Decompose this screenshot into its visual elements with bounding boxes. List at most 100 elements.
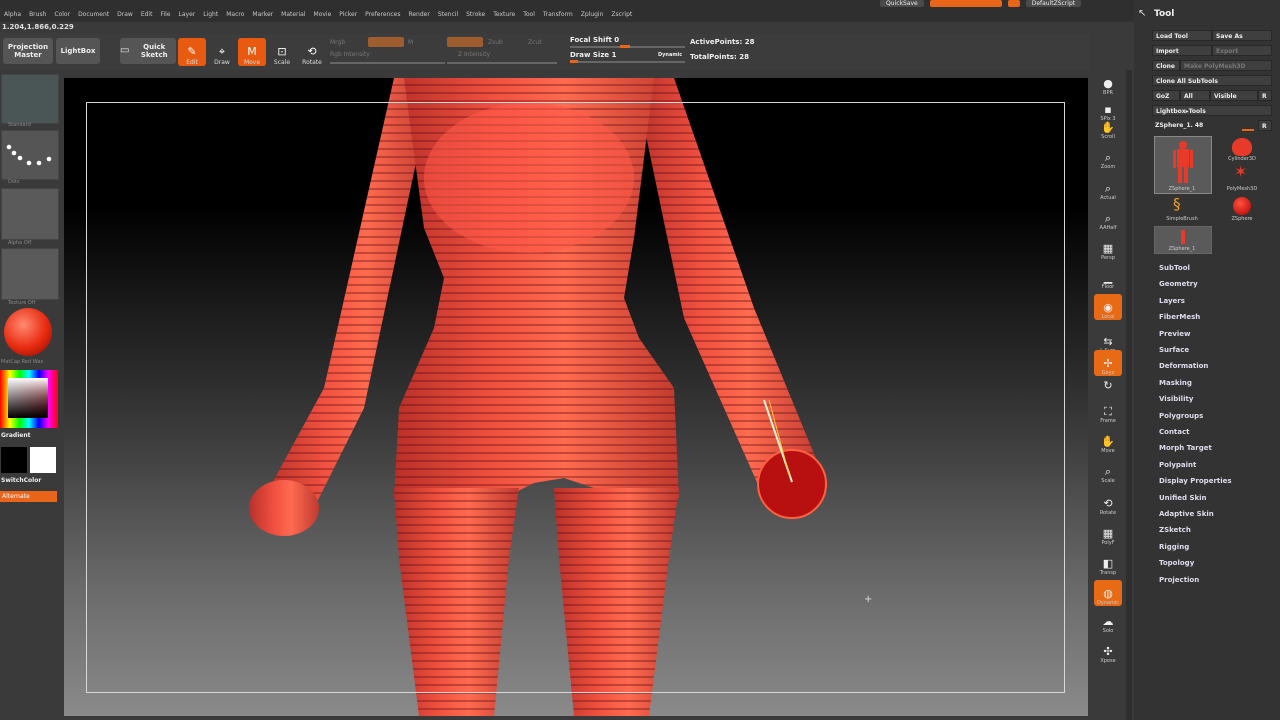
subpalette-projection[interactable]: Projection	[1159, 576, 1199, 584]
subpalette-unified-skin[interactable]: Unified Skin	[1159, 494, 1207, 502]
z-intensity-slider[interactable]: Z Intensity	[458, 51, 490, 58]
focal-shift-knob[interactable]	[620, 45, 630, 48]
rgb-intensity-track[interactable]	[330, 62, 445, 64]
goz-button[interactable]: GoZ	[1152, 90, 1180, 101]
menu-stroke[interactable]: Stroke	[462, 8, 489, 22]
stroke-selector[interactable]	[1, 130, 59, 180]
edit-button[interactable]: ✎ Edit	[178, 38, 206, 66]
subpalette-deformation[interactable]: Deformation	[1159, 362, 1208, 370]
current-tool-knob[interactable]	[1242, 129, 1254, 131]
subpalette-fibermesh[interactable]: FiberMesh	[1159, 313, 1200, 321]
tool-r-button[interactable]: R	[1258, 120, 1272, 131]
menu-layer[interactable]: Layer	[175, 8, 200, 22]
subpalette-surface[interactable]: Surface	[1159, 346, 1189, 354]
rotate-button[interactable]: ⟲ Rotate	[1094, 490, 1122, 516]
subpalette-preview[interactable]: Preview	[1159, 330, 1191, 338]
subpalette-morph-target[interactable]: Morph Target	[1159, 444, 1212, 452]
load-tool-button[interactable]: Load Tool	[1152, 30, 1212, 41]
subpalette-geometry[interactable]: Geometry	[1159, 280, 1198, 288]
hand-button[interactable]: ✋ Scroll	[1094, 114, 1122, 140]
menu-brush[interactable]: Brush	[25, 8, 50, 22]
simplebrush-icon[interactable]: §	[1173, 196, 1181, 212]
subpalette-masking[interactable]: Masking	[1159, 379, 1192, 387]
subpalette-layers[interactable]: Layers	[1159, 297, 1185, 305]
switch-color-button[interactable]: SwitchColor	[1, 477, 41, 484]
subpalette-visibility[interactable]: Visibility	[1159, 395, 1193, 403]
subpalette-polygroups[interactable]: Polygroups	[1159, 412, 1203, 420]
menu-document[interactable]: Document	[74, 8, 113, 22]
quick-sketch-button[interactable]: ▭ Quick Sketch	[120, 38, 176, 64]
rotate-axis-button[interactable]: ↻	[1094, 366, 1122, 392]
color-picker[interactable]	[0, 370, 58, 428]
menu-draw[interactable]: Draw	[113, 8, 137, 22]
polyf-button[interactable]: ▦ PolyF	[1094, 520, 1122, 546]
menu-texture[interactable]: Texture	[489, 8, 519, 22]
draw-size-slider[interactable]: Draw Size 1	[570, 51, 616, 59]
persp-button[interactable]: ▦ Persp	[1094, 235, 1122, 261]
menu-file[interactable]: File	[156, 8, 174, 22]
menu-transform[interactable]: Transform	[539, 8, 577, 22]
move-mode-button[interactable]: M Move	[238, 38, 266, 66]
subpalette-display-properties[interactable]: Display Properties	[1159, 477, 1232, 485]
z-intensity-track[interactable]	[447, 62, 557, 64]
cylinder3d-icon[interactable]	[1232, 138, 1252, 156]
goz-all-button[interactable]: All	[1180, 90, 1210, 101]
lightbox-button[interactable]: LightBox	[56, 38, 100, 64]
aahalf-button[interactable]: ⌕ AAHalf	[1094, 205, 1122, 231]
subpalette-contact[interactable]: Contact	[1159, 428, 1190, 436]
menu-macro[interactable]: Macro	[222, 8, 248, 22]
transp-button[interactable]: ◧ Transp	[1094, 550, 1122, 576]
subpalette-adaptive-skin[interactable]: Adaptive Skin	[1159, 510, 1214, 518]
scale-button[interactable]: ⌕ Scale	[1094, 458, 1122, 484]
default-script-button[interactable]: DefaultZScript	[1025, 0, 1082, 7]
import-button[interactable]: Import	[1152, 45, 1212, 56]
rgb-intensity-slider[interactable]: Rgb Intensity	[330, 51, 370, 58]
zsub-toggle[interactable]: Zsub	[488, 39, 503, 46]
subpalette-polypaint[interactable]: Polypaint	[1159, 461, 1196, 469]
menu-edit[interactable]: Edit	[137, 8, 157, 22]
menus-button[interactable]	[1007, 0, 1020, 7]
primary-color-swatch[interactable]	[1, 447, 27, 473]
floor-button[interactable]: ▁ Floor	[1094, 264, 1122, 290]
menu-zplugin[interactable]: Zplugin	[577, 8, 608, 22]
draw-size-track[interactable]	[570, 61, 685, 63]
palette-dock-icon[interactable]: ↖	[1138, 8, 1146, 19]
xpose-button[interactable]: ✣ Xpose	[1094, 638, 1122, 664]
goz-visible-button[interactable]: Visible	[1210, 90, 1258, 101]
menu-picker[interactable]: Picker	[335, 8, 361, 22]
scale-mode-button[interactable]: ⊡ Scale	[268, 38, 296, 66]
brush-selector[interactable]	[1, 74, 59, 124]
secondary-color-swatch[interactable]	[30, 447, 56, 473]
local-button[interactable]: ◉ Local	[1094, 294, 1122, 320]
tool-palette-title[interactable]: Tool	[1154, 9, 1174, 19]
document-canvas[interactable]: +	[64, 78, 1088, 716]
subpalette-zsketch[interactable]: ZSketch	[1159, 526, 1191, 534]
ghost-button[interactable]: ◍ Dynamic	[1094, 580, 1122, 606]
menu-material[interactable]: Material	[277, 8, 309, 22]
solo-button[interactable]: ☁ Solo	[1094, 608, 1122, 634]
menu-preferences[interactable]: Preferences	[361, 8, 404, 22]
menu-tool[interactable]: Tool	[519, 8, 539, 22]
draw-size-knob[interactable]	[570, 60, 578, 63]
goz-r-button[interactable]: R	[1258, 90, 1272, 101]
see-through-slider[interactable]	[929, 0, 1002, 7]
menu-zscript[interactable]: Zscript	[607, 8, 636, 22]
zadd-toggle[interactable]	[447, 37, 483, 47]
current-tool-slider[interactable]: ZSphere_1. 48	[1152, 120, 1256, 131]
clone-all-subtools-button[interactable]: Clone All SubTools	[1152, 75, 1272, 86]
move-button[interactable]: ✋ Move	[1094, 428, 1122, 454]
lightbox-tools-button[interactable]: Lightbox▸Tools	[1152, 105, 1272, 116]
bpr-sphere-button[interactable]: ● BPR	[1094, 70, 1122, 96]
subpalette-subtool[interactable]: SubTool	[1159, 264, 1190, 272]
menu-alpha[interactable]: Alpha	[0, 8, 25, 22]
subpalette-rigging[interactable]: Rigging	[1159, 543, 1189, 551]
color-picker-square[interactable]	[8, 378, 48, 418]
zoom-button[interactable]: ⌕ Zoom	[1094, 144, 1122, 170]
menu-render[interactable]: Render	[404, 8, 433, 22]
actual-button[interactable]: ⌕ Actual	[1094, 175, 1122, 201]
projection-master-button[interactable]: Projection Master	[3, 38, 53, 64]
material-sphere[interactable]	[4, 308, 52, 356]
zcut-toggle[interactable]: Zcut	[528, 39, 542, 46]
polymesh3d-icon[interactable]: ✶	[1234, 164, 1247, 180]
alpha-selector[interactable]	[1, 188, 59, 240]
